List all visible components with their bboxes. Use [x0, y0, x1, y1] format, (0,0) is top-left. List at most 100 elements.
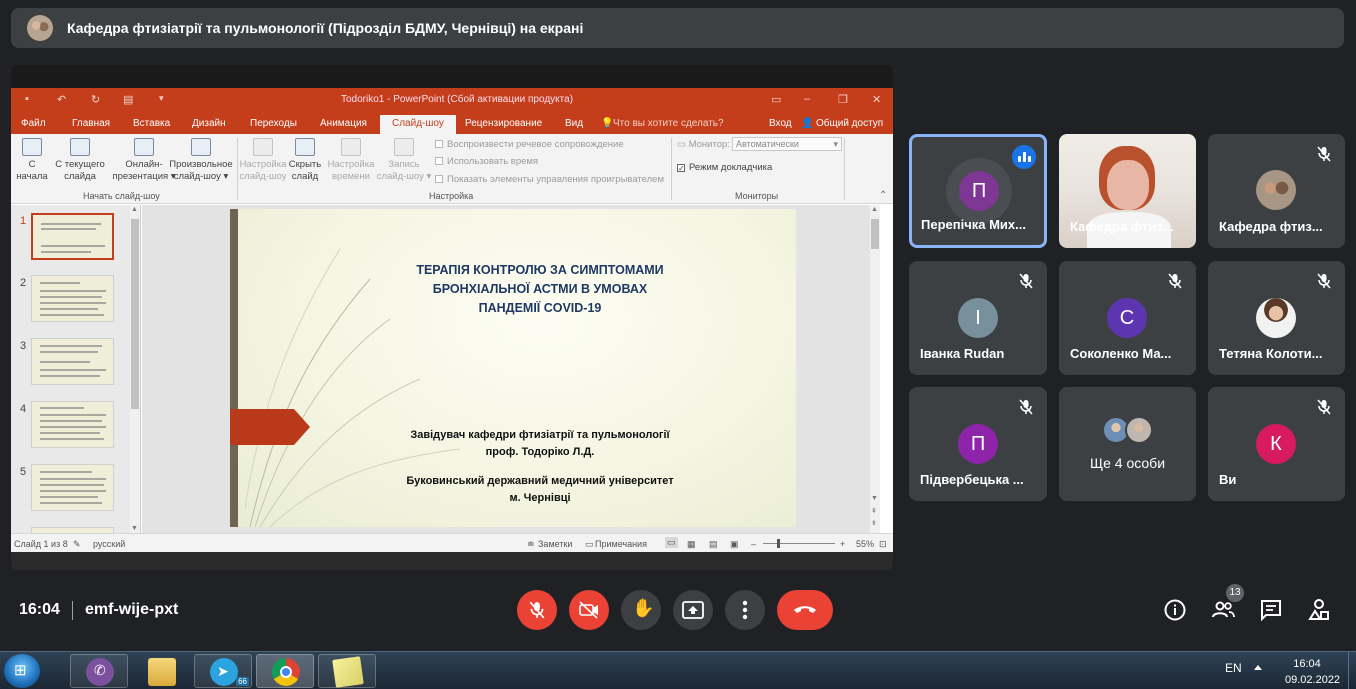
tab-slideshow: Слайд-шоу [380, 115, 456, 135]
customize-qa-icon: ▾ [159, 93, 164, 103]
participant-tile[interactable]: П Підвербецька ... [909, 387, 1047, 501]
chevron-down-icon: ▾ [833, 139, 838, 149]
ribbon-separator [671, 138, 672, 200]
participant-name: Кафедра фтиз... [1219, 219, 1323, 234]
hide-slide-icon [295, 138, 315, 156]
slide-scrollbar: ▲ ▼ ⇞ ⇟ [870, 205, 880, 533]
ribbon-separator [237, 138, 238, 200]
thumb-number: 3 [20, 340, 27, 352]
participant-name: Кафедра фтиз... [1070, 219, 1174, 234]
tab-home: Главная [72, 118, 111, 129]
taskbar-app-notes[interactable] [318, 654, 376, 688]
language-indicator: русский [93, 539, 126, 549]
participant-tile[interactable]: І Іванка Rudan [909, 261, 1047, 375]
info-icon[interactable] [1163, 598, 1187, 622]
slide-institution: Буковинський державний медичний універси… [406, 475, 674, 504]
start-button[interactable]: ⊞ [4, 654, 40, 688]
participant-tile[interactable]: Кафедра фтиз... [1208, 134, 1345, 248]
participant-tile[interactable]: П Перепічка Мих... [909, 134, 1047, 248]
hide-slide-button: Скрыть слайд [287, 138, 323, 183]
tab-transitions: Переходы [250, 118, 297, 129]
thumb-number: 1 [20, 215, 27, 227]
chrome-icon [272, 658, 300, 686]
show-hidden-icons-icon[interactable] [1254, 665, 1262, 670]
ppt-statusbar: Слайд 1 из 8 ✎ русский ≐ Заметки ▭ Приме… [11, 533, 893, 552]
thumbnail-scrollbar: ▲ ▼ [130, 205, 140, 533]
zoom-slider-thumb [777, 539, 780, 548]
camera-off-icon [579, 601, 598, 619]
custom-slideshow-button: Произвольное слайд-шоу ▾ [165, 138, 237, 183]
slide-counter: Слайд 1 из 8 [14, 539, 68, 549]
slide-edit-area: ТЕРАПІЯ КОНТРОЛЮ ЗА СИМПТОМАМИ БРОНХІАЛЬ… [142, 205, 880, 533]
play-from-current-icon [70, 138, 90, 156]
avatar: П [958, 424, 998, 464]
telegram-badge: 66 [236, 677, 249, 686]
from-current-button: С текущего слайда [51, 138, 109, 183]
meeting-code: emf-wije-pxt [85, 601, 179, 618]
taskbar-app-chrome[interactable] [256, 654, 314, 688]
group-start-label: Начать слайд-шоу [83, 191, 160, 201]
present-screen-icon [682, 601, 704, 619]
more-participants-label: Ще 4 особи [1089, 455, 1166, 471]
hang-up-icon [794, 606, 816, 613]
more-participants-tile[interactable]: Ще 4 особи [1059, 387, 1196, 501]
more-vert-icon [742, 600, 748, 620]
taskbar-app-explorer[interactable] [132, 654, 190, 688]
redo-icon: ↻ [91, 94, 101, 106]
signin-link: Вход [769, 118, 792, 129]
notes-button: Заметки [538, 539, 573, 549]
slide-thumbnail [31, 464, 114, 511]
mic-off-icon [529, 601, 545, 619]
slide-arrow-shape [230, 409, 310, 445]
mic-toggle-button[interactable] [517, 590, 557, 630]
participant-tile[interactable]: С Соколенко Ма... [1059, 261, 1196, 375]
mic-off-icon [1168, 273, 1182, 289]
taskbar-app-telegram[interactable]: ➤ 66 [194, 654, 252, 688]
slide-title: ТЕРАПІЯ КОНТРОЛЮ ЗА СИМПТОМАМИ БРОНХІАЛЬ… [416, 263, 664, 315]
leave-call-button[interactable] [777, 590, 833, 630]
more-options-button[interactable] [725, 590, 765, 630]
meeting-controls: 16:04 emf-wije-pxt ✋ 13 [0, 580, 1356, 640]
ribbon: С начала С текущего слайда Онлайн- презе… [11, 134, 893, 204]
narration-checkbox: Воспроизвести речевое сопровождение [435, 139, 624, 150]
present-button[interactable] [673, 590, 713, 630]
participant-name: Ви [1219, 472, 1237, 487]
monitor-label: ▭ Монитор: [677, 139, 730, 150]
stage-bottom-bar [11, 552, 893, 570]
participant-name: Соколенко Ма... [1070, 346, 1172, 361]
shared-screen: ▪ ↶ ↻ ▤ ▾ Todoriko1 - PowerPoint (Сбой а… [11, 65, 893, 570]
zoom-level: 55% [856, 539, 875, 549]
zoom-out-icon: – [751, 539, 757, 549]
folder-icon [148, 658, 176, 686]
next-slide-icon: ⇟ [871, 520, 877, 527]
avatar: С [1107, 298, 1147, 338]
participant-tile[interactable]: Кафедра фтиз... [1059, 134, 1196, 248]
avatar [1125, 416, 1153, 444]
thumb-number: 4 [20, 403, 27, 415]
comments-icon: ▭ [585, 539, 594, 549]
taskbar-app-viber[interactable]: ✆ [70, 654, 128, 688]
participant-tile[interactable]: Тетяна Колоти... [1208, 261, 1345, 375]
sorter-view-icon: ▦ [687, 539, 696, 549]
system-clock[interactable]: 16:04 09.02.2022 [1285, 656, 1340, 688]
stage-top-bar [11, 65, 893, 88]
tab-design: Дизайн [192, 118, 226, 129]
raise-hand-button[interactable]: ✋ [621, 590, 661, 630]
self-tile[interactable]: К Ви [1208, 387, 1345, 501]
camera-toggle-button[interactable] [569, 590, 609, 630]
windows-logo-icon: ⊞ [14, 662, 27, 679]
show-desktop-button[interactable] [1348, 652, 1356, 689]
chat-icon[interactable] [1259, 598, 1283, 622]
record-icon [394, 138, 414, 156]
thumb-number: 5 [20, 466, 27, 478]
restore-icon: ❐ [838, 94, 848, 106]
meeting-time: 16:04 [19, 601, 60, 618]
tab-insert: Вставка [133, 118, 171, 129]
slide-thumbnail [31, 213, 114, 260]
activities-icon[interactable] [1307, 598, 1331, 622]
online-presentation-icon [134, 138, 154, 156]
keyboard-language[interactable]: EN [1225, 661, 1242, 675]
slide-thumbnail [31, 338, 114, 385]
mic-off-icon [1317, 146, 1331, 162]
fit-to-window-icon: ⊡ [879, 539, 887, 549]
